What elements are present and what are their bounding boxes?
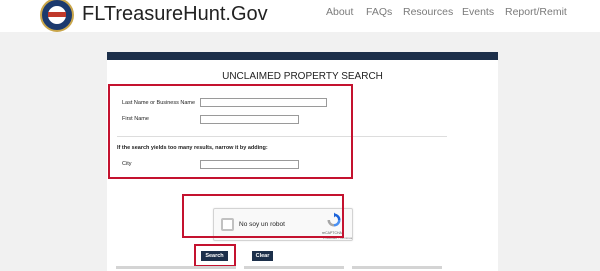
highlight-captcha <box>182 194 344 238</box>
nav-about[interactable]: About <box>326 6 353 18</box>
highlight-form-fields <box>108 84 353 179</box>
clear-button[interactable]: Clear <box>252 251 273 261</box>
disclaimer-text-fragment <box>352 266 442 269</box>
site-header: FLTreasureHunt.Gov About FAQs Resources … <box>0 0 600 32</box>
nav-resources[interactable]: Resources <box>403 6 453 18</box>
nav-events[interactable]: Events <box>462 6 494 18</box>
highlight-search-button <box>194 244 236 267</box>
disclaimer-text-fragment <box>244 266 344 269</box>
florida-cfo-seal-logo[interactable] <box>40 0 74 32</box>
panel-top-bar <box>107 52 498 60</box>
nav-faqs[interactable]: FAQs <box>366 6 392 18</box>
site-title[interactable]: FLTreasureHunt.Gov <box>82 3 268 26</box>
form-title: UNCLAIMED PROPERTY SEARCH <box>222 71 383 82</box>
seal-band <box>48 12 66 17</box>
disclaimer-text-fragment <box>116 266 236 269</box>
nav-report-remit[interactable]: Report/Remit <box>505 6 567 18</box>
